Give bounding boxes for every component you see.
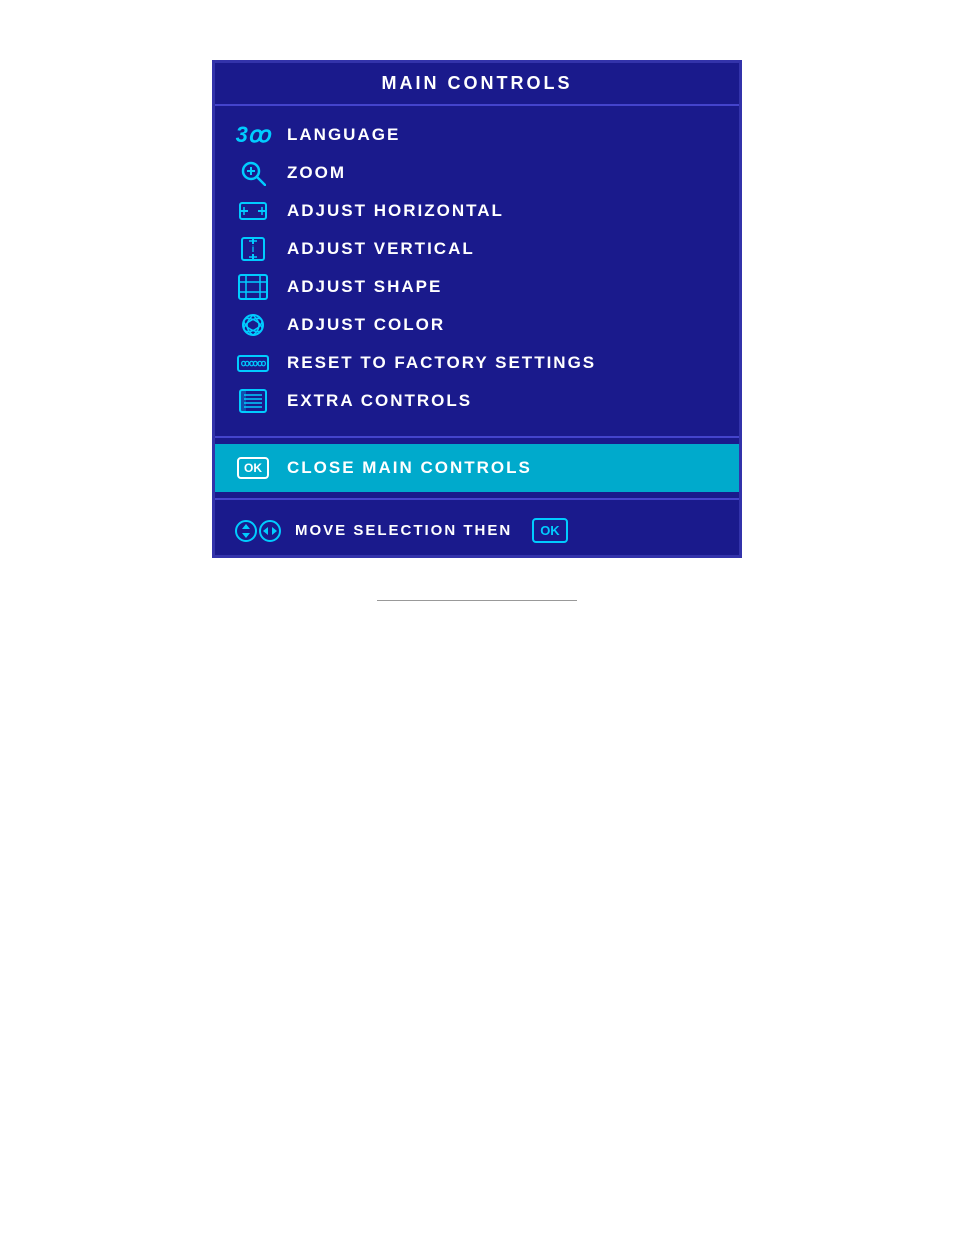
close-label: CLOSE MAIN CONTROLS bbox=[287, 458, 532, 478]
extra-icon bbox=[235, 387, 271, 415]
horizontal-icon bbox=[235, 197, 271, 225]
zoom-label: ZOOM bbox=[287, 163, 346, 183]
language-icon: 3ꝏ bbox=[235, 121, 271, 149]
reset-icon: ꝏꝏꝏ bbox=[235, 349, 271, 377]
shape-icon bbox=[235, 273, 271, 301]
menu-item-language[interactable]: 3ꝏ LANGUAGE bbox=[215, 116, 739, 154]
svg-text:i: i bbox=[252, 244, 255, 254]
footer-text: MOVE SELECTION THEN bbox=[295, 522, 512, 539]
page-divider bbox=[377, 600, 577, 601]
language-label: LANGUAGE bbox=[287, 125, 400, 145]
close-main-controls[interactable]: OK CLOSE MAIN CONTROLS bbox=[215, 444, 739, 492]
close-ok-icon: OK bbox=[235, 454, 271, 482]
color-label: ADJUST COLOR bbox=[287, 315, 445, 335]
menu-item-reset-factory[interactable]: ꝏꝏꝏ RESET TO FACTORY SETTINGS bbox=[215, 344, 739, 382]
vertical-icon: i bbox=[235, 235, 271, 263]
menu-item-adjust-horizontal[interactable]: ADJUST HORIZONTAL bbox=[215, 192, 739, 230]
monitor-menu: MAIN CONTROLS 3ꝏ LANGUAGE ZOOM bbox=[212, 60, 742, 558]
footer: MOVE SELECTION THEN OK bbox=[215, 506, 739, 555]
vertical-label: ADJUST VERTICAL bbox=[287, 239, 475, 259]
menu-item-adjust-vertical[interactable]: i ADJUST VERTICAL bbox=[215, 230, 739, 268]
reset-label: RESET TO FACTORY SETTINGS bbox=[287, 353, 596, 373]
nav-icons bbox=[235, 520, 281, 542]
menu-item-extra-controls[interactable]: EXTRA CONTROLS bbox=[215, 382, 739, 420]
menu-item-adjust-shape[interactable]: ADJUST SHAPE bbox=[215, 268, 739, 306]
menu-items: 3ꝏ LANGUAGE ZOOM bbox=[215, 106, 739, 430]
menu-title-text: MAIN CONTROLS bbox=[382, 73, 573, 93]
horizontal-label: ADJUST HORIZONTAL bbox=[287, 201, 504, 221]
zoom-icon bbox=[235, 159, 271, 187]
menu-item-adjust-color[interactable]: ADJUST COLOR bbox=[215, 306, 739, 344]
color-icon bbox=[235, 311, 271, 339]
menu-divider bbox=[215, 436, 739, 438]
menu-title: MAIN CONTROLS bbox=[215, 63, 739, 106]
extra-label: EXTRA CONTROLS bbox=[287, 391, 472, 411]
footer-divider bbox=[215, 498, 739, 500]
footer-ok-icon: OK bbox=[532, 518, 568, 543]
shape-label: ADJUST SHAPE bbox=[287, 277, 442, 297]
menu-item-zoom[interactable]: ZOOM bbox=[215, 154, 739, 192]
